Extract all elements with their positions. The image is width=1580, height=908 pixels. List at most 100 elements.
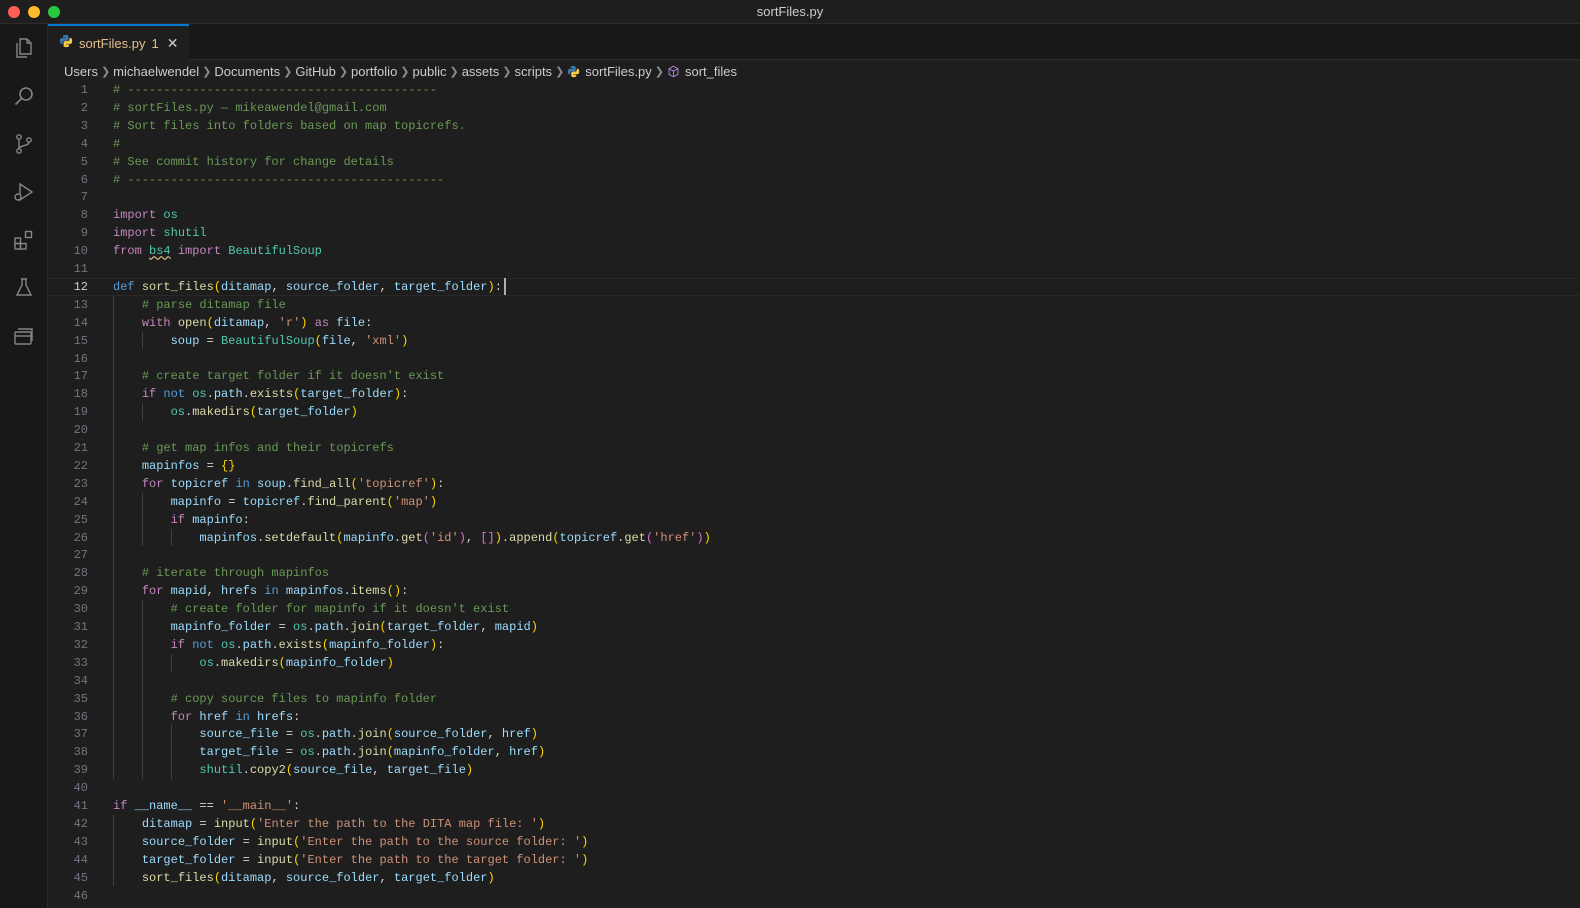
text-cursor [503,277,506,295]
code-line: # create folder for mapinfo if it doesn'… [170,602,510,617]
breadcrumb-item[interactable]: sort_files [685,64,737,79]
line-number: 35 [73,691,88,706]
breadcrumb-separator-icon: ❯ [202,65,212,78]
code-line: # create target folder if it doesn't exi… [141,369,445,384]
explorer-icon[interactable] [8,32,40,64]
line-number: 20 [73,423,88,438]
code-line: for topicref in soup.find_all('topicref'… [141,476,445,491]
code-line: soup = BeautifulSoup(file, 'xml') [170,333,409,348]
code-line: sort_files(ditamap, source_folder, targe… [141,870,495,885]
python-file-icon [567,65,580,78]
close-tab-icon[interactable]: ✕ [167,35,179,52]
breadcrumb-item[interactable]: michaelwendel [113,64,199,79]
line-number: 14 [73,315,88,330]
line-number: 19 [73,405,88,420]
code-line: # parse ditamap file [141,297,286,312]
code-line: target_file = os.path.join(mapinfo_folde… [199,745,546,760]
line-number: 3 [80,118,88,133]
activity-bar [0,24,48,908]
line-number: 28 [73,566,88,581]
code-line: source_file = os.path.join(source_folder… [199,727,538,742]
testing-icon[interactable] [8,272,40,304]
indent-guide [141,492,143,547]
line-number: 13 [73,297,88,312]
source-control-icon[interactable] [8,128,40,160]
breadcrumb-item[interactable]: scripts [515,64,553,79]
extensions-icon[interactable] [8,224,40,256]
code-line: ditamap = input('Enter the path to the D… [141,816,546,831]
code-line: source_folder = input('Enter the path to… [141,834,589,849]
breadcrumb-item[interactable]: assets [462,64,500,79]
line-number: 21 [73,441,88,455]
indent-guide [141,600,143,780]
line-number: 11 [73,262,88,276]
line-number: 9 [80,226,88,241]
breadcrumb-item[interactable]: sortFiles.py [585,64,651,79]
code-line: if not os.path.exists(mapinfo_folder): [170,637,445,652]
line-number: 26 [73,530,88,545]
code-line: with open(ditamap, 'r') as file: [141,315,373,330]
code-line: # [113,136,121,151]
editor-tab-bar: sortFiles.py 1 ✕ [48,24,1580,60]
code-line: def sort_files(ditamap, source_folder, t… [113,279,502,294]
code-line: import os [113,208,178,223]
line-number: 12 [73,279,88,294]
indent-guide [141,331,143,350]
code-line: os.makedirs(mapinfo_folder) [199,655,394,670]
line-number: 30 [73,602,88,617]
breadcrumb-item[interactable]: portfolio [351,64,397,79]
line-number: 25 [73,512,88,527]
tab-sortfiles[interactable]: sortFiles.py 1 ✕ [48,24,189,60]
line-number: 33 [73,655,88,670]
breadcrumb-separator-icon: ❯ [100,65,111,78]
line-number: 24 [73,494,88,509]
line-number: 16 [73,351,88,366]
breadcrumb-separator-icon: ❯ [283,65,293,78]
code-line: # Sort files into folders based on map t… [113,118,466,133]
code-line: mapinfo = topicref.find_parent('map') [170,494,438,509]
code-line: # iterate through mapinfos [141,566,330,581]
line-number: 17 [73,369,88,384]
line-number: 6 [80,172,88,187]
indent-guide [170,653,172,672]
line-number: 41 [73,799,88,813]
line-number: 8 [80,208,88,223]
code-line: if mapinfo: [170,512,250,527]
code-line: mapinfos.setdefault(mapinfo.get('id'), [… [199,530,711,545]
line-number: 42 [73,816,88,831]
line-number: 15 [73,333,88,348]
indent-guide [170,528,172,547]
code-line: target_folder = input('Enter the path to… [141,852,589,867]
line-number: 37 [73,727,88,742]
line-number: 46 [73,888,88,903]
code-line: # sortFiles.py — mikeawendel@gmail.com [113,100,387,115]
code-line: shutil.copy2(source_file, target_file) [199,763,474,778]
run-debug-icon[interactable] [8,176,40,208]
line-number: 2 [80,100,88,115]
line-number: 18 [73,387,88,402]
indent-guide [170,725,172,780]
tab-label: sortFiles.py [79,35,146,51]
code-line: # --------------------------------------… [113,172,445,187]
remote-explorer-icon[interactable] [8,320,40,352]
line-number: 45 [73,870,88,885]
line-number: 40 [73,781,88,796]
code-line: # See commit history for change details [113,154,394,169]
breadcrumb-item[interactable]: public [413,64,447,79]
search-icon[interactable] [8,80,40,112]
line-number: 5 [80,154,88,169]
code-editor[interactable]: 1 # -------------------------------------… [48,81,1580,908]
breadcrumb-separator-icon: ❯ [449,65,459,78]
breadcrumb-item[interactable]: GitHub [295,64,335,79]
breadcrumb-separator-icon: ❯ [400,65,410,78]
code-line: import shutil [113,226,207,241]
breadcrumb-separator-icon: ❯ [555,65,565,78]
line-number: 4 [80,136,88,151]
code-line: if not os.path.exists(target_folder): [141,387,409,402]
breadcrumb-separator-icon: ❯ [654,65,664,78]
breadcrumb-item[interactable]: Documents [214,64,280,79]
breadcrumb-item[interactable]: Users [64,64,98,79]
code-line: # get map infos and their topicrefs [141,441,394,455]
line-number: 7 [80,190,88,205]
line-number: 36 [73,709,88,724]
